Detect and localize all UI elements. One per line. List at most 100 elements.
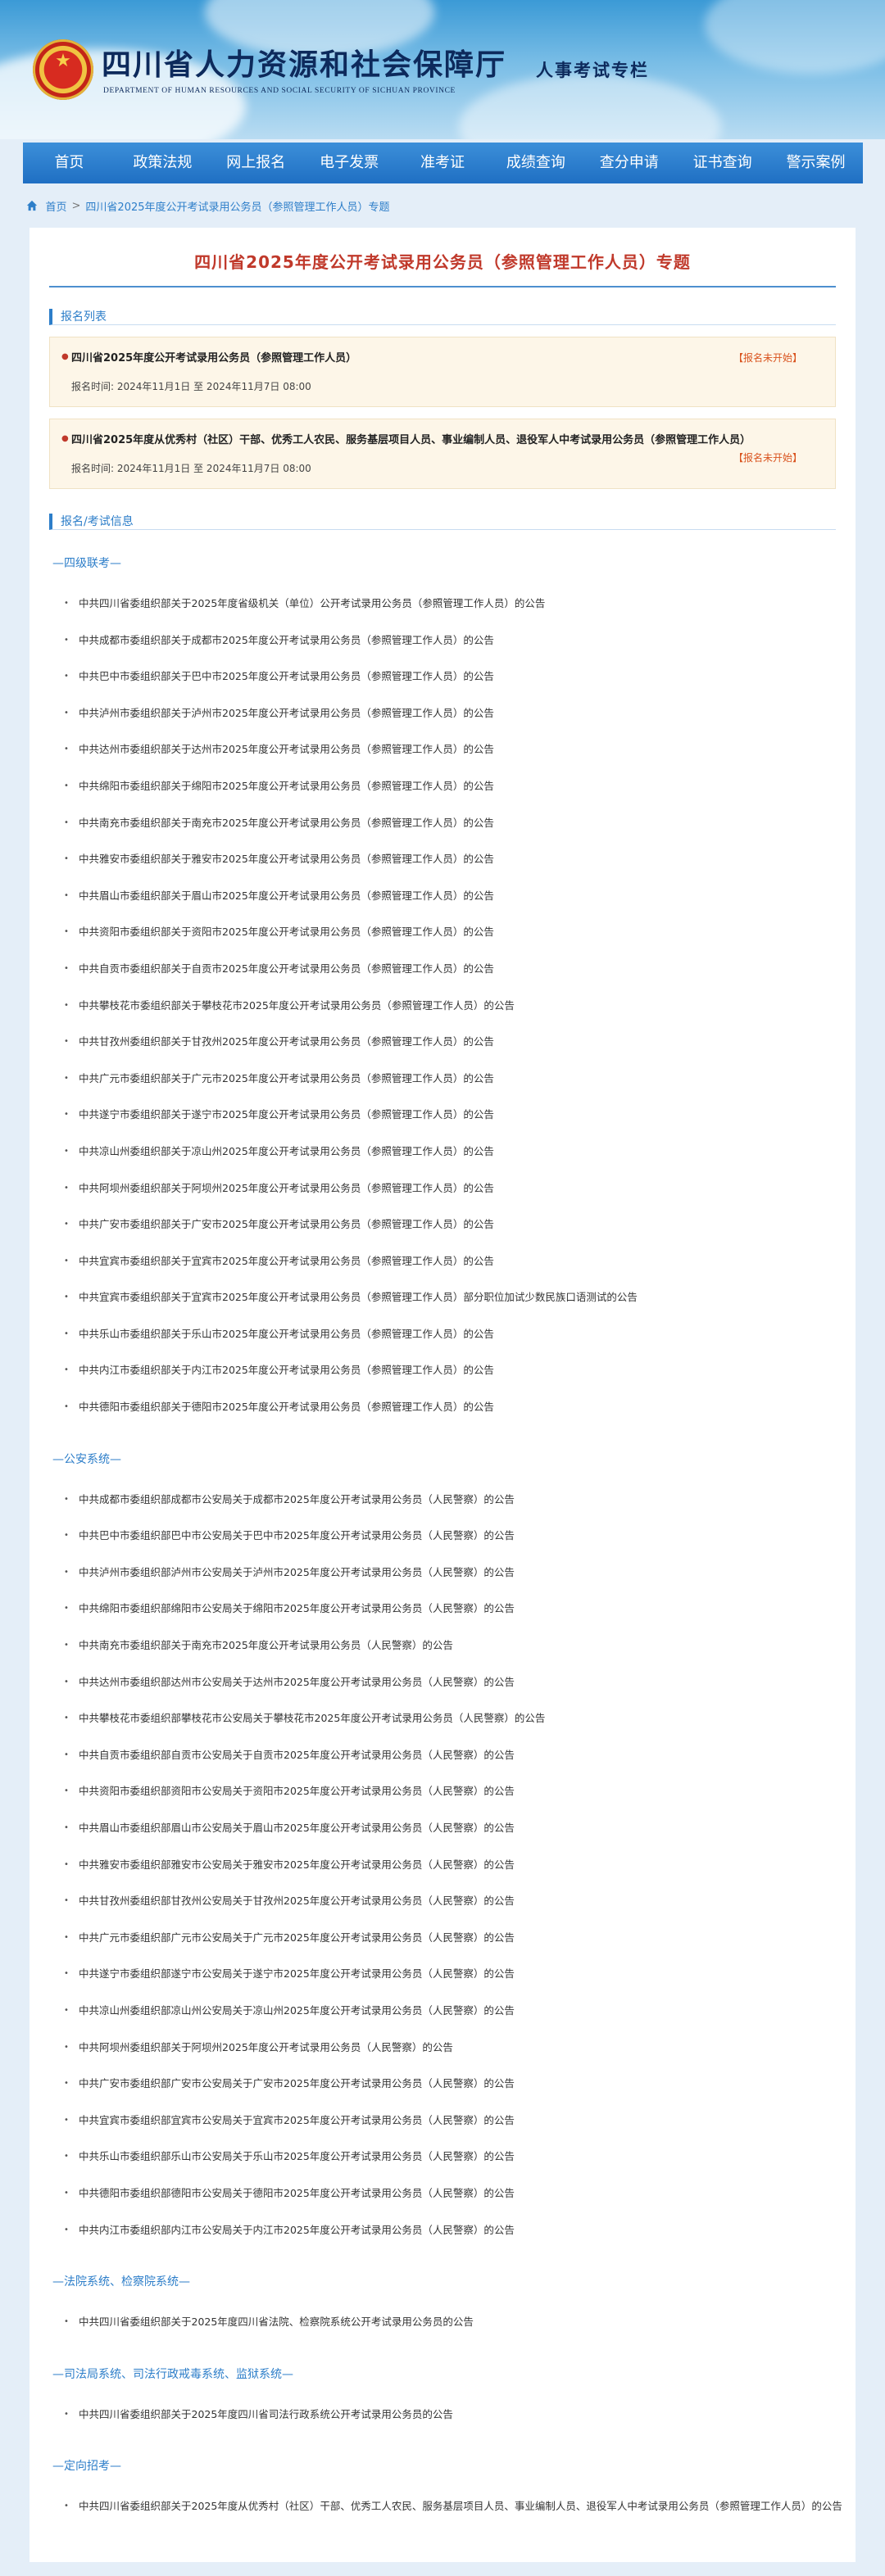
announcement-link[interactable]: 中共攀枝花市委组织部攀枝花市公安局关于攀枝花市2025年度公开考试录用公务员（人… [79,1712,545,1724]
announcement-link[interactable]: 中共宜宾市委组织部宜宾市公安局关于宜宾市2025年度公开考试录用公务员（人民警察… [79,2114,515,2126]
announcement-link[interactable]: 中共四川省委组织部关于2025年度从优秀村（社区）干部、优秀工人农民、服务基层项… [79,2500,842,2512]
announcement-list-item[interactable]: • 中共四川省委组织部关于2025年度四川省法院、检察院系统公开考试录用公务员的公… [49,2304,836,2341]
announcement-list-item[interactable]: • 中共四川省委组织部关于2025年度省级机关（单位）公开考试录用公务员（参照管理… [49,586,836,622]
announcement-list-item[interactable]: • 中共四川省委组织部关于2025年度四川省司法行政系统公开考试录用公务员的公告 [49,2397,836,2433]
announcement-link[interactable]: 中共乐山市委组织部关于乐山市2025年度公开考试录用公务员（参照管理工作人员）的… [79,1328,494,1340]
announcement-list-item[interactable]: • 中共眉山市委组织部关于眉山市2025年度公开考试录用公务员（参照管理工作人员）… [49,878,836,915]
announcement-list-item[interactable]: • 中共广安市委组织部广安市公安局关于广安市2025年度公开考试录用公务员（人民警… [49,2066,836,2103]
announcement-list-item[interactable]: • 中共凉山州委组织部凉山州公安局关于凉山州2025年度公开考试录用公务员（人民警… [49,1993,836,2030]
announcement-link[interactable]: 中共达州市委组织部达州市公安局关于达州市2025年度公开考试录用公务员（人民警察… [79,1676,515,1688]
announcement-link[interactable]: 中共南充市委组织部关于南充市2025年度公开考试录用公务员（参照管理工作人员）的… [79,817,494,829]
announcement-link[interactable]: 中共泸州市委组织部关于泸州市2025年度公开考试录用公务员（参照管理工作人员）的… [79,707,494,719]
announcement-link[interactable]: 中共广元市委组织部广元市公安局关于广元市2025年度公开考试录用公务员（人民警察… [79,1931,515,1944]
announcement-list-item[interactable]: • 中共内江市委组织部关于内江市2025年度公开考试录用公务员（参照管理工作人员）… [49,1352,836,1389]
announcement-list-item[interactable]: • 中共德阳市委组织部关于德阳市2025年度公开考试录用公务员（参照管理工作人员）… [49,1389,836,1426]
announcement-list-item[interactable]: • 中共泸州市委组织部关于泸州市2025年度公开考试录用公务员（参照管理工作人员）… [49,695,836,732]
announcement-list-item[interactable]: • 中共四川省委组织部关于2025年度从优秀村（社区）干部、优秀工人农民、服务基层… [49,2488,842,2525]
nav-item-e-invoice[interactable]: 电子发票 [302,143,396,183]
breadcrumb-current[interactable]: 四川省2025年度公开考试录用公务员（参照管理工作人员）专题 [85,198,389,214]
announcement-list-item[interactable]: • 中共乐山市委组织部关于乐山市2025年度公开考试录用公务员（参照管理工作人员）… [49,1316,836,1353]
announcement-list-item[interactable]: • 中共广元市委组织部关于广元市2025年度公开考试录用公务员（参照管理工作人员）… [49,1061,836,1098]
announcement-link[interactable]: 中共四川省委组织部关于2025年度四川省法院、检察院系统公开考试录用公务员的公告 [79,2316,474,2328]
announcement-list-item[interactable]: • 中共自贡市委组织部关于自贡市2025年度公开考试录用公务员（参照管理工作人员）… [49,951,836,988]
announcement-link[interactable]: 中共眉山市委组织部眉山市公安局关于眉山市2025年度公开考试录用公务员（人民警察… [79,1822,515,1834]
announcement-list-item[interactable]: • 中共广安市委组织部关于广安市2025年度公开考试录用公务员（参照管理工作人员）… [49,1207,836,1243]
nav-item-home[interactable]: 首页 [23,143,116,183]
announcement-link[interactable]: 中共雅安市委组织部雅安市公安局关于雅安市2025年度公开考试录用公务员（人民警察… [79,1858,515,1871]
announcement-link[interactable]: 中共广安市委组织部关于广安市2025年度公开考试录用公务员（参照管理工作人员）的… [79,1218,494,1230]
announcement-list-item[interactable]: • 中共遂宁市委组织部关于遂宁市2025年度公开考试录用公务员（参照管理工作人员）… [49,1097,836,1134]
announcement-list-item[interactable]: • 中共阿坝州委组织部关于阿坝州2025年度公开考试录用公务员（人民警察）的公告 [49,2030,836,2067]
announcement-list-item[interactable]: • 中共宜宾市委组织部关于宜宾市2025年度公开考试录用公务员（参照管理工作人员）… [49,1243,836,1280]
announcement-link[interactable]: 中共德阳市委组织部关于德阳市2025年度公开考试录用公务员（参照管理工作人员）的… [79,1401,494,1413]
announcement-link[interactable]: 中共绵阳市委组织部关于绵阳市2025年度公开考试录用公务员（参照管理工作人员）的… [79,780,494,792]
announcement-list-item[interactable]: • 中共巴中市委组织部巴中市公安局关于巴中市2025年度公开考试录用公务员（人民警… [49,1518,836,1555]
announcement-link[interactable]: 中共遂宁市委组织部遂宁市公安局关于遂宁市2025年度公开考试录用公务员（人民警察… [79,1967,515,1980]
announcement-list-item[interactable]: • 中共雅安市委组织部雅安市公安局关于雅安市2025年度公开考试录用公务员（人民警… [49,1847,836,1884]
announcement-list-item[interactable]: • 中共内江市委组织部内江市公安局关于内江市2025年度公开考试录用公务员（人民警… [49,2212,836,2249]
announcement-link[interactable]: 中共内江市委组织部关于内江市2025年度公开考试录用公务员（参照管理工作人员）的… [79,1364,494,1376]
announcement-list-item[interactable]: • 中共自贡市委组织部自贡市公安局关于自贡市2025年度公开考试录用公务员（人民警… [49,1737,836,1774]
nav-item-warning-cases[interactable]: 警示案例 [769,143,863,183]
announcement-list-item[interactable]: • 中共泸州市委组织部泸州市公安局关于泸州市2025年度公开考试录用公务员（人民警… [49,1555,836,1591]
nav-item-policy[interactable]: 政策法规 [116,143,209,183]
announcement-link[interactable]: 中共阿坝州委组织部关于阿坝州2025年度公开考试录用公务员（人民警察）的公告 [79,2041,453,2053]
announcement-list-item[interactable]: • 中共攀枝花市委组织部攀枝花市公安局关于攀枝花市2025年度公开考试录用公务员（… [49,1700,836,1737]
announcement-link[interactable]: 中共资阳市委组织部关于资阳市2025年度公开考试录用公务员（参照管理工作人员）的… [79,926,494,938]
announcement-link[interactable]: 中共资阳市委组织部资阳市公安局关于资阳市2025年度公开考试录用公务员（人民警察… [79,1785,515,1797]
announcement-list-item[interactable]: • 中共甘孜州委组织部甘孜州公安局关于甘孜州2025年度公开考试录用公务员（人民警… [49,1883,836,1920]
announcement-link[interactable]: 中共眉山市委组织部关于眉山市2025年度公开考试录用公务员（参照管理工作人员）的… [79,890,494,902]
announcement-list-item[interactable]: • 中共绵阳市委组织部绵阳市公安局关于绵阳市2025年度公开考试录用公务员（人民警… [49,1591,836,1628]
announcement-link[interactable]: 中共凉山州委组织部凉山州公安局关于凉山州2025年度公开考试录用公务员（人民警察… [79,2004,515,2017]
announcement-list-item[interactable]: • 中共达州市委组织部达州市公安局关于达州市2025年度公开考试录用公务员（人民警… [49,1664,836,1701]
announcement-list-item[interactable]: • 中共达州市委组织部关于达州市2025年度公开考试录用公务员（参照管理工作人员）… [49,731,836,768]
announcement-link[interactable]: 中共自贡市委组织部自贡市公安局关于自贡市2025年度公开考试录用公务员（人民警察… [79,1749,515,1761]
announcement-link[interactable]: 中共凉山州委组织部关于凉山州2025年度公开考试录用公务员（参照管理工作人员）的… [79,1145,494,1157]
announcement-link[interactable]: 中共宜宾市委组织部关于宜宾市2025年度公开考试录用公务员（参照管理工作人员）的… [79,1255,494,1267]
announcement-link[interactable]: 中共乐山市委组织部乐山市公安局关于乐山市2025年度公开考试录用公务员（人民警察… [79,2150,515,2162]
announcement-link[interactable]: 中共四川省委组织部关于2025年度省级机关（单位）公开考试录用公务员（参照管理工… [79,597,545,609]
announcement-link[interactable]: 中共雅安市委组织部关于雅安市2025年度公开考试录用公务员（参照管理工作人员）的… [79,853,494,865]
breadcrumb-home-link[interactable]: 首页 [46,198,67,214]
announcement-link[interactable]: 中共广安市委组织部广安市公安局关于广安市2025年度公开考试录用公务员（人民警察… [79,2077,515,2089]
registration-title[interactable]: 四川省2025年度从优秀村（社区）干部、优秀工人农民、服务基层项目人员、事业编制… [71,431,820,446]
announcement-list-item[interactable]: • 中共宜宾市委组织部宜宾市公安局关于宜宾市2025年度公开考试录用公务员（人民警… [49,2103,836,2139]
announcement-list-item[interactable]: • 中共巴中市委组织部关于巴中市2025年度公开考试录用公务员（参照管理工作人员）… [49,659,836,695]
announcement-list-item[interactable]: • 中共南充市委组织部关于南充市2025年度公开考试录用公务员（参照管理工作人员）… [49,805,836,842]
announcement-list-item[interactable]: • 中共雅安市委组织部关于雅安市2025年度公开考试录用公务员（参照管理工作人员）… [49,841,836,878]
registration-card[interactable]: ● 四川省2025年度公开考试录用公务员（参照管理工作人员） 【报名未开始】 报… [49,337,836,407]
announcement-link[interactable]: 中共四川省委组织部关于2025年度四川省司法行政系统公开考试录用公务员的公告 [79,2408,453,2420]
announcement-link[interactable]: 中共南充市委组织部关于南充市2025年度公开考试录用公务员（人民警察）的公告 [79,1639,453,1651]
nav-item-score-query[interactable]: 成绩查询 [489,143,583,183]
announcement-link[interactable]: 中共巴中市委组织部巴中市公安局关于巴中市2025年度公开考试录用公务员（人民警察… [79,1529,515,1542]
announcement-link[interactable]: 中共德阳市委组织部德阳市公安局关于德阳市2025年度公开考试录用公务员（人民警察… [79,2187,515,2199]
announcement-link[interactable]: 中共甘孜州委组织部甘孜州公安局关于甘孜州2025年度公开考试录用公务员（人民警察… [79,1895,515,1907]
announcement-link[interactable]: 中共成都市委组织部关于成都市2025年度公开考试录用公务员（参照管理工作人员）的… [79,634,494,646]
announcement-list-item[interactable]: • 中共凉山州委组织部关于凉山州2025年度公开考试录用公务员（参照管理工作人员）… [49,1134,836,1170]
announcement-list-item[interactable]: • 中共宜宾市委组织部关于宜宾市2025年度公开考试录用公务员（参照管理工作人员）… [49,1279,836,1316]
announcement-list-item[interactable]: • 中共成都市委组织部成都市公安局关于成都市2025年度公开考试录用公务员（人民警… [49,1482,836,1519]
announcement-link[interactable]: 中共遂宁市委组织部关于遂宁市2025年度公开考试录用公务员（参照管理工作人员）的… [79,1108,494,1120]
announcement-link[interactable]: 中共广元市委组织部关于广元市2025年度公开考试录用公务员（参照管理工作人员）的… [79,1072,494,1084]
announcement-link[interactable]: 中共攀枝花市委组织部关于攀枝花市2025年度公开考试录用公务员（参照管理工作人员… [79,999,515,1012]
announcement-list-item[interactable]: • 中共德阳市委组织部德阳市公安局关于德阳市2025年度公开考试录用公务员（人民警… [49,2175,836,2212]
announcement-list-item[interactable]: • 中共南充市委组织部关于南充市2025年度公开考试录用公务员（人民警察）的公告 [49,1628,836,1664]
announcement-list-item[interactable]: • 中共乐山市委组织部乐山市公安局关于乐山市2025年度公开考试录用公务员（人民警… [49,2139,836,2175]
announcement-link[interactable]: 中共成都市委组织部成都市公安局关于成都市2025年度公开考试录用公务员（人民警察… [79,1493,515,1505]
announcement-list-item[interactable]: • 中共眉山市委组织部眉山市公安局关于眉山市2025年度公开考试录用公务员（人民警… [49,1810,836,1847]
nav-item-online-registration[interactable]: 网上报名 [209,143,302,183]
announcement-list-item[interactable]: • 中共绵阳市委组织部关于绵阳市2025年度公开考试录用公务员（参照管理工作人员）… [49,768,836,805]
announcement-link[interactable]: 中共达州市委组织部关于达州市2025年度公开考试录用公务员（参照管理工作人员）的… [79,743,494,755]
announcement-link[interactable]: 中共自贡市委组织部关于自贡市2025年度公开考试录用公务员（参照管理工作人员）的… [79,962,494,975]
announcement-link[interactable]: 中共巴中市委组织部关于巴中市2025年度公开考试录用公务员（参照管理工作人员）的… [79,670,494,682]
announcement-list-item[interactable]: • 中共广元市委组织部广元市公安局关于广元市2025年度公开考试录用公务员（人民警… [49,1920,836,1957]
announcement-link[interactable]: 中共甘孜州委组织部关于甘孜州2025年度公开考试录用公务员（参照管理工作人员）的… [79,1035,494,1048]
announcement-list-item[interactable]: • 中共阿坝州委组织部关于阿坝州2025年度公开考试录用公务员（参照管理工作人员）… [49,1170,836,1207]
nav-item-score-review[interactable]: 查分申请 [583,143,676,183]
registration-title[interactable]: 四川省2025年度公开考试录用公务员（参照管理工作人员） [71,349,820,364]
announcement-list-item[interactable]: • 中共攀枝花市委组织部关于攀枝花市2025年度公开考试录用公务员（参照管理工作人… [49,988,836,1025]
announcement-link[interactable]: 中共阿坝州委组织部关于阿坝州2025年度公开考试录用公务员（参照管理工作人员）的… [79,1182,494,1194]
announcement-link[interactable]: 中共内江市委组织部内江市公安局关于内江市2025年度公开考试录用公务员（人民警察… [79,2224,515,2236]
announcement-list-item[interactable]: • 中共遂宁市委组织部遂宁市公安局关于遂宁市2025年度公开考试录用公务员（人民警… [49,1956,836,1993]
nav-item-admission-ticket[interactable]: 准考证 [396,143,489,183]
